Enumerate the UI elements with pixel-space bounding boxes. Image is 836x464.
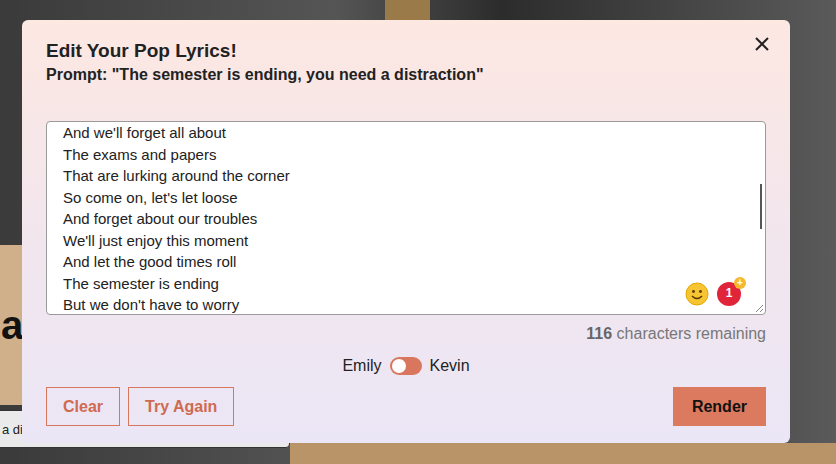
badge-count: 1 [726, 283, 733, 305]
edit-lyrics-dialog: Edit Your Pop Lyrics! Prompt: "The semes… [22, 20, 790, 443]
characters-remaining: 116 characters remaining [46, 325, 766, 343]
lyrics-textarea[interactable]: And we'll forget all aboutThe exams and … [46, 121, 766, 315]
resize-handle-icon[interactable] [754, 303, 764, 313]
background-field-text: a di [2, 422, 23, 437]
voice-toggle[interactable] [390, 357, 422, 375]
button-row: ClearTry Again Render [46, 387, 766, 426]
outline-button[interactable]: Clear [46, 387, 120, 426]
smiley-icon[interactable] [685, 282, 709, 306]
lyrics-line: But we don't have to worry [63, 294, 749, 315]
lyrics-line: We'll just enjoy this moment [63, 230, 749, 252]
page: a a di Edit Your Pop Lyrics! Prompt: "Th… [0, 0, 836, 464]
dialog-title: Edit Your Pop Lyrics! [46, 39, 766, 63]
background-strip [290, 443, 836, 464]
dialog-prompt: Prompt: "The semester is ending, you nee… [46, 65, 766, 85]
toggle-knob [392, 359, 406, 373]
headline-fragment: a [0, 305, 23, 345]
lyrics-line: And let the good times roll [63, 251, 749, 273]
voice-label: Emily [342, 355, 381, 377]
lyrics-line: That are lurking around the corner [63, 165, 749, 187]
scrollbar-thumb[interactable] [760, 184, 762, 229]
grammar-badge[interactable]: 1 + [717, 282, 741, 306]
close-icon [755, 37, 769, 51]
outline-button[interactable]: Try Again [128, 387, 234, 426]
render-button[interactable]: Render [673, 387, 766, 426]
badge-plus: + [734, 277, 746, 289]
lyrics-line: And forget about our troubles [63, 208, 749, 230]
lyrics-line: The semester is ending [63, 273, 749, 295]
voice-label: Kevin [430, 355, 470, 377]
lyrics-line: So come on, let's let loose [63, 187, 749, 209]
lyrics-line: The exams and papers [63, 144, 749, 166]
close-button[interactable] [755, 37, 769, 51]
lyrics-line: And we'll forget all about [63, 122, 749, 144]
voice-toggle-row: Emily Kevin [46, 355, 766, 377]
